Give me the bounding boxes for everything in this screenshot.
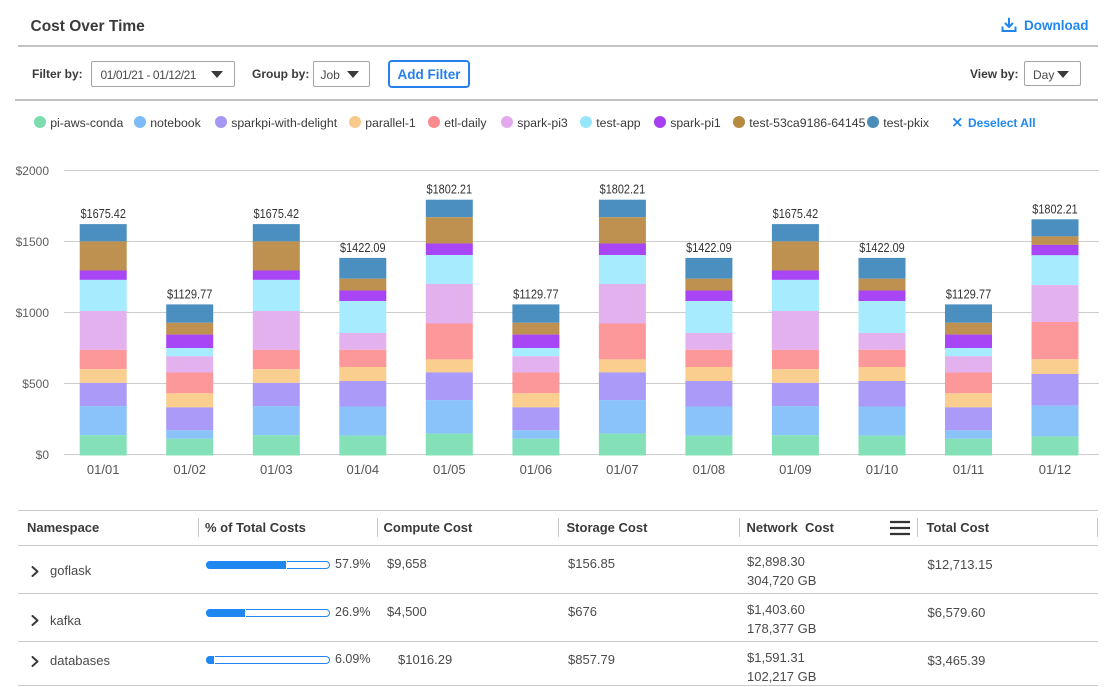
svg-text:$1129.77: $1129.77 [513,287,559,301]
svg-text:$1802.21: $1802.21 [427,183,473,197]
svg-text:$1802.21: $1802.21 [600,183,646,197]
svg-text:01/03: 01/03 [260,462,293,477]
svg-text:01/04: 01/04 [347,462,380,477]
svg-text:01/05: 01/05 [433,462,466,477]
svg-text:$1129.77: $1129.77 [946,287,992,301]
svg-text:$1422.09: $1422.09 [859,241,905,255]
svg-text:01/10: 01/10 [866,462,899,477]
svg-text:$500: $500 [22,377,49,391]
svg-text:$1422.09: $1422.09 [686,241,732,255]
svg-text:$1802.21: $1802.21 [1032,202,1078,216]
svg-text:01/09: 01/09 [779,462,812,477]
svg-text:01/02: 01/02 [173,462,206,477]
svg-text:$1675.42: $1675.42 [254,207,300,221]
svg-text:$1675.42: $1675.42 [80,207,126,221]
svg-text:01/01: 01/01 [87,462,120,477]
svg-text:01/08: 01/08 [693,462,726,477]
svg-text:$1422.09: $1422.09 [340,241,386,255]
svg-text:$0: $0 [36,448,50,462]
svg-text:01/07: 01/07 [606,462,639,477]
svg-text:$2000: $2000 [16,164,50,178]
svg-text:$1500: $1500 [16,235,50,249]
svg-text:$1000: $1000 [16,306,50,320]
svg-text:01/11: 01/11 [953,462,985,477]
svg-text:01/06: 01/06 [520,462,553,477]
svg-text:$1129.77: $1129.77 [167,287,213,301]
svg-text:01/12: 01/12 [1039,462,1072,477]
svg-text:$1675.42: $1675.42 [773,207,819,221]
